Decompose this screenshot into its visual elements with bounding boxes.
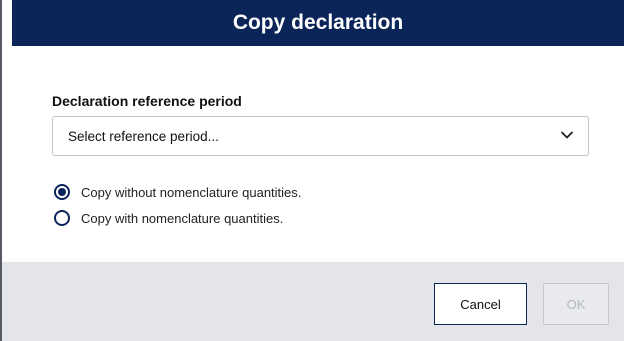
reference-period-label: Declaration reference period — [52, 93, 242, 109]
cancel-button[interactable]: Cancel — [434, 283, 527, 325]
option-label: Copy without nomenclature quantities. — [81, 184, 302, 200]
chevron-down-icon — [561, 131, 573, 139]
option-copy-without-quantities[interactable]: Copy without nomenclature quantities. — [54, 184, 301, 200]
ok-button[interactable]: OK — [543, 283, 609, 325]
option-copy-with-quantities[interactable]: Copy with nomenclature quantities. — [54, 210, 283, 226]
app-frame: Copy declaration Declaration reference p… — [0, 0, 624, 341]
titlebar-gap — [2, 0, 12, 46]
reference-period-select[interactable]: Select reference period... — [52, 116, 589, 156]
radio-button-unchecked[interactable] — [54, 210, 70, 226]
dialog-title: Copy declaration — [232, 11, 404, 34]
reference-period-select-value: Select reference period... — [68, 129, 219, 144]
dialog-footer: Cancel OK — [2, 262, 624, 341]
dialog-titlebar: Copy declaration — [12, 0, 624, 46]
option-label: Copy with nomenclature quantities. — [81, 210, 284, 226]
radio-button-checked[interactable] — [54, 184, 70, 200]
